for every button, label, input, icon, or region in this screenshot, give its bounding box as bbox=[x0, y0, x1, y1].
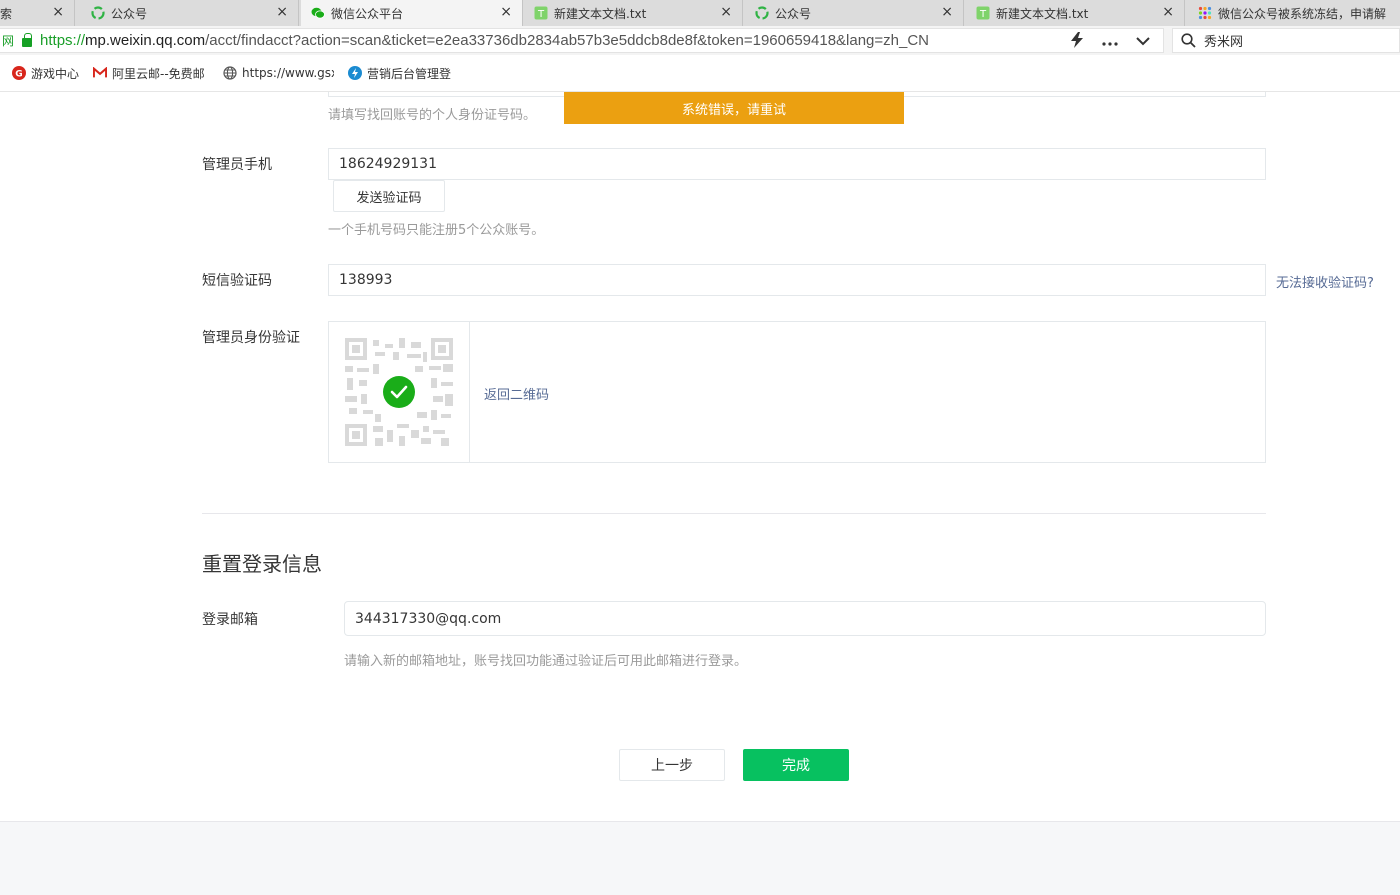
bookmark-marketing-admin[interactable]: 营销后台管理登 bbox=[348, 65, 452, 82]
svg-text:G: G bbox=[15, 70, 22, 80]
login-email-input[interactable]: 344317330@qq.com bbox=[344, 601, 1266, 636]
login-email-hint: 请输入新的邮箱地址，账号找回功能通过验证后可用此邮箱进行登录。 bbox=[344, 654, 748, 669]
send-code-button[interactable]: 发送验证码 bbox=[333, 180, 445, 212]
close-tab-icon[interactable]: × bbox=[52, 5, 64, 19]
tab-title: 公众号 bbox=[111, 6, 148, 21]
site-prefix: 网 bbox=[2, 34, 15, 48]
error-toast: 系统错误，请重试 bbox=[564, 92, 904, 124]
apps-grid-icon bbox=[1198, 6, 1212, 20]
login-email-value: 344317330@qq.com bbox=[355, 610, 502, 627]
browser-tab-2[interactable]: 微信公众平台 × bbox=[301, 0, 523, 26]
search-icon bbox=[1181, 33, 1196, 48]
bookmark-label: 游戏中心 bbox=[31, 66, 80, 81]
browser-tab-4[interactable]: 公众号 × bbox=[745, 0, 964, 26]
svg-text:T: T bbox=[537, 9, 545, 20]
section-divider bbox=[202, 513, 1266, 514]
sms-code-value: 138993 bbox=[339, 272, 393, 288]
admin-phone-label: 管理员手机 bbox=[202, 157, 272, 173]
browser-tab-strip: 索 × 公众号 × 微信公众平台 × T 新建文本文档.txt × 公众号 × … bbox=[0, 0, 1400, 26]
text-file-icon: T bbox=[534, 6, 548, 20]
sms-code-label: 短信验证码 bbox=[202, 273, 272, 289]
aliyun-mail-icon bbox=[93, 66, 108, 80]
previous-step-button[interactable]: 上一步 bbox=[619, 749, 725, 781]
tab-title: 公众号 bbox=[775, 6, 812, 21]
admin-phone-value: 18624929131 bbox=[339, 156, 437, 172]
wechat-mp-icon bbox=[91, 6, 105, 20]
bookmark-label: 营销后台管理登 bbox=[367, 66, 452, 81]
chevron-down-icon[interactable] bbox=[1136, 34, 1150, 50]
globe-icon bbox=[223, 66, 237, 80]
phone-hint: 一个手机号码只能注册5个公众账号。 bbox=[328, 223, 545, 238]
bookmarks-bar: G 游戏中心 阿里云邮--免费邮 https://www.gsx 营销后台管理登 bbox=[0, 55, 1400, 92]
url-text: https://mp.weixin.qq.com/acct/findacct?a… bbox=[40, 32, 930, 49]
bookmark-label: https://www.gsx bbox=[242, 66, 335, 80]
reset-login-title: 重置登录信息 bbox=[202, 552, 322, 576]
svg-text:T: T bbox=[979, 9, 987, 20]
close-tab-icon[interactable]: × bbox=[500, 5, 512, 19]
lock-icon bbox=[22, 32, 33, 47]
address-bar: 网 https://mp.weixin.qq.com/acct/findacct… bbox=[0, 26, 1400, 55]
admin-identity-label: 管理员身份验证 bbox=[202, 330, 300, 346]
tab-title: 新建文本文档.txt bbox=[996, 6, 1089, 21]
close-tab-icon[interactable]: × bbox=[720, 5, 732, 19]
wechat-icon bbox=[311, 6, 325, 20]
close-tab-icon[interactable]: × bbox=[276, 5, 288, 19]
verified-check-icon bbox=[383, 376, 415, 408]
identity-verify-box: 返回二维码 bbox=[328, 321, 1266, 463]
search-text: 秀米网 bbox=[1204, 35, 1244, 50]
id-number-hint: 请填写找回账号的个人身份证号码。 bbox=[328, 108, 537, 123]
login-email-label: 登录邮箱 bbox=[202, 612, 258, 628]
admin-phone-input[interactable]: 18624929131 bbox=[328, 148, 1266, 180]
text-file-icon: T bbox=[976, 6, 990, 20]
back-to-qr-link[interactable]: 返回二维码 bbox=[484, 384, 549, 403]
tab-title: 微信公众平台 bbox=[331, 6, 404, 21]
url-field[interactable]: 网 https://mp.weixin.qq.com/acct/findacct… bbox=[0, 28, 1164, 53]
more-icon[interactable] bbox=[1102, 34, 1118, 50]
browser-tab-6[interactable]: 微信公众号被系统冻结，申请解 bbox=[1188, 0, 1400, 26]
marketing-admin-icon bbox=[348, 66, 363, 80]
browser-tab-1[interactable]: 公众号 × bbox=[81, 0, 299, 26]
tab-title: 微信公众号被系统冻结，申请解 bbox=[1218, 6, 1387, 21]
lightning-icon[interactable] bbox=[1070, 31, 1084, 52]
close-tab-icon[interactable]: × bbox=[1162, 5, 1174, 19]
cant-receive-code-link[interactable]: 无法接收验证码? bbox=[1276, 272, 1374, 291]
wechat-mp-icon bbox=[755, 6, 769, 20]
game-center-icon: G bbox=[12, 66, 26, 80]
browser-search-input[interactable]: 秀米网 bbox=[1172, 28, 1400, 53]
page-content: 请填写找回账号的个人身份证号码。 系统错误，请重试 管理员手机 18624929… bbox=[0, 92, 1400, 895]
browser-tab-3[interactable]: T 新建文本文档.txt × bbox=[524, 0, 743, 26]
page-footer bbox=[0, 821, 1400, 895]
close-tab-icon[interactable]: × bbox=[941, 5, 953, 19]
address-actions bbox=[1070, 29, 1150, 54]
sms-code-input[interactable]: 138993 bbox=[328, 264, 1266, 296]
browser-tab-5[interactable]: T 新建文本文档.txt × bbox=[966, 0, 1185, 26]
tab-title: 新建文本文档.txt bbox=[554, 6, 647, 21]
qr-code-cell bbox=[329, 322, 470, 462]
browser-tab-0[interactable]: 索 × bbox=[0, 0, 75, 26]
done-button[interactable]: 完成 bbox=[743, 749, 849, 781]
bookmark-gsx[interactable]: https://www.gsx bbox=[223, 66, 334, 80]
bookmark-game-center[interactable]: G 游戏中心 bbox=[12, 65, 79, 82]
bookmark-aliyun-mail[interactable]: 阿里云邮--免费邮 bbox=[93, 65, 209, 82]
bookmark-label: 阿里云邮--免费邮 bbox=[112, 66, 205, 81]
